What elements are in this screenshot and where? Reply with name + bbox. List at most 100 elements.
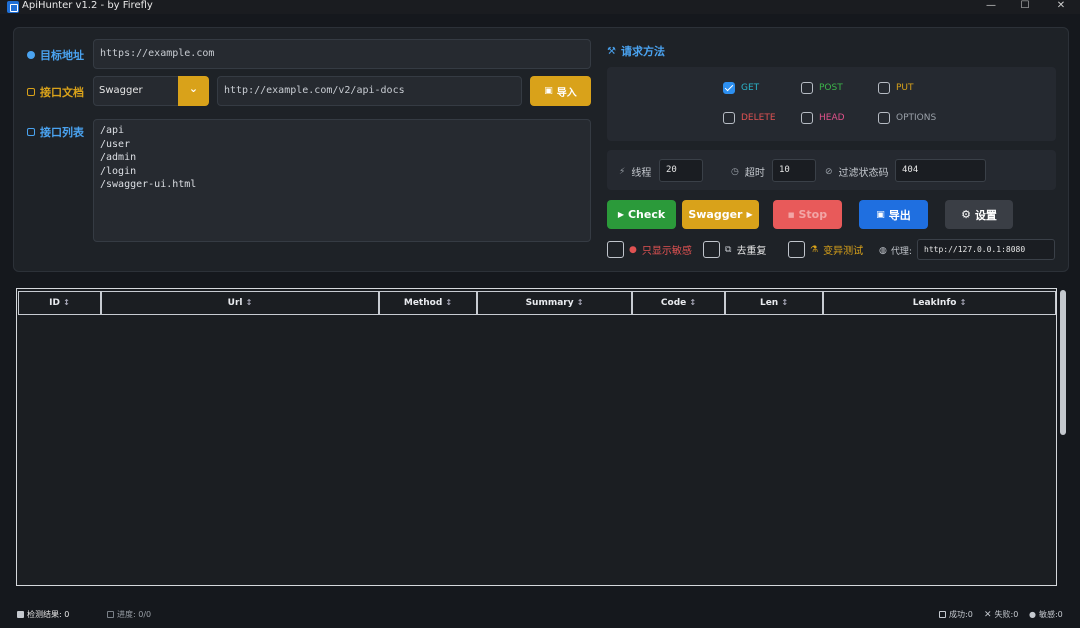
- x-icon: ✕: [984, 609, 992, 620]
- filter-status-input[interactable]: 404: [895, 159, 986, 182]
- doc-url-input[interactable]: http://example.com/v2/api-docs: [217, 76, 522, 106]
- method-head-label: HEAD: [819, 113, 845, 123]
- column-header-method[interactable]: Method ↕: [379, 291, 477, 315]
- list-item: /admin: [100, 152, 137, 163]
- list-item: /swagger-ui.html: [100, 179, 197, 190]
- settings-button[interactable]: ⚙ 设置: [945, 200, 1013, 229]
- mutation-icon: ⚗: [810, 244, 819, 255]
- target-label-group: 目标地址: [27, 47, 84, 63]
- methods-panel: [607, 67, 1056, 141]
- swagger-button[interactable]: Swagger ▶: [682, 200, 759, 229]
- result-count-label: 检测结果: 0: [27, 610, 70, 619]
- checkbox-icon: [801, 112, 813, 124]
- sort-icon: ↕: [445, 298, 453, 307]
- timeout-input[interactable]: 10: [772, 159, 816, 182]
- status-bar: 检测结果: 0 进度: 0/0 成功:0 ✕ 失败:0 ● 敏感:0: [0, 598, 1080, 628]
- list-item: /login: [100, 165, 137, 177]
- dedupe-label: 去重复: [736, 246, 767, 257]
- doc-label: 接口文档: [40, 86, 84, 99]
- target-label: 目标地址: [40, 49, 84, 62]
- minimize-button[interactable]: —: [976, 0, 1006, 12]
- close-button[interactable]: ✕: [1046, 0, 1076, 12]
- sort-icon: ↕: [245, 298, 253, 307]
- column-header-len[interactable]: Len ↕: [725, 291, 823, 315]
- proxy-input[interactable]: http://127.0.0.1:8080: [917, 239, 1055, 260]
- column-header-label: Url: [227, 298, 243, 308]
- column-header-label: Summary: [525, 298, 574, 308]
- method-post-checkbox[interactable]: POST: [801, 82, 843, 94]
- progress-label: 进度: 0/0: [117, 610, 152, 619]
- method-delete-checkbox[interactable]: DELETE: [723, 112, 776, 124]
- ban-icon: ⊘: [825, 166, 833, 177]
- threads-label: 线程: [631, 168, 652, 179]
- sort-icon: ↕: [63, 298, 70, 307]
- app-icon: [7, 1, 19, 13]
- table-scrollbar[interactable]: [1060, 290, 1066, 435]
- timeout-label: 超时: [744, 168, 765, 179]
- maximize-button[interactable]: ☐: [1010, 0, 1040, 12]
- dedupe-checkbox[interactable]: ⧉ 去重复: [703, 241, 766, 258]
- column-header-label: Method: [403, 298, 443, 308]
- stop-icon: ■: [787, 210, 795, 219]
- globe-icon: ◍: [879, 245, 887, 256]
- list-item: /api: [100, 125, 125, 136]
- sensitive-only-label: 只显示敏感: [641, 246, 692, 257]
- timer-icon: ◷: [731, 166, 739, 177]
- method-get-checkbox[interactable]: GET: [723, 82, 759, 94]
- sort-icon: ↕: [959, 298, 967, 307]
- method-get-label: GET: [741, 83, 760, 93]
- save-icon: ▣: [876, 209, 885, 220]
- gear-icon: ⚙: [961, 208, 971, 221]
- export-button[interactable]: ▣ 导出: [859, 200, 928, 229]
- import-icon: ▣: [544, 86, 553, 96]
- bolt-icon: ⚡: [619, 166, 626, 177]
- methods-title-group: ⚒ 请求方法: [607, 43, 665, 59]
- method-head-checkbox[interactable]: HEAD: [801, 112, 845, 124]
- chevron-down-icon[interactable]: ⌄: [178, 76, 209, 106]
- results-table[interactable]: ID ↕ Url ↕ Method ↕ Summary ↕ Code ↕ Len…: [16, 288, 1057, 586]
- progress-indicator: 进度: 0/0: [107, 609, 151, 620]
- stop-button[interactable]: ■ Stop: [773, 200, 842, 229]
- target-icon: [27, 51, 35, 59]
- checkbox-icon: [788, 241, 805, 258]
- import-button-label: 导入: [556, 87, 577, 99]
- progress-icon: [107, 611, 114, 618]
- title-bar: ApiHunter v1.2 - by Firefly — ☐ ✕: [0, 0, 1080, 14]
- threads-input[interactable]: 20: [659, 159, 703, 182]
- proxy-label: 代理:: [890, 247, 912, 257]
- import-button[interactable]: ▣ 导入: [530, 76, 591, 106]
- sensitive-only-checkbox[interactable]: ● 只显示敏感: [607, 241, 692, 258]
- api-list-textarea[interactable]: /api /user /admin /login /swagger-ui.htm…: [93, 119, 591, 242]
- wrench-icon: ⚒: [607, 45, 616, 57]
- check-button-label: Check: [627, 208, 666, 221]
- mutation-label: 变异测试: [823, 246, 864, 257]
- checkbox-icon: [723, 112, 735, 124]
- method-put-label: PUT: [896, 83, 914, 93]
- settings-button-label: 设置: [974, 208, 997, 222]
- checkbox-icon: [801, 82, 813, 94]
- copy-icon: ⧉: [725, 244, 732, 255]
- doc-type-select[interactable]: Swagger: [93, 76, 179, 106]
- checkbox-icon: [878, 82, 890, 94]
- sensitive-count-label: 敏感:0: [1038, 610, 1063, 619]
- play-icon: ▶: [617, 210, 624, 219]
- list-label: 接口列表: [40, 126, 84, 139]
- column-header-leakinfo[interactable]: LeakInfo ↕: [823, 291, 1056, 315]
- target-url-input[interactable]: https://example.com: [93, 39, 591, 69]
- result-count: 检测结果: 0: [17, 609, 69, 620]
- column-header-summary[interactable]: Summary ↕: [477, 291, 632, 315]
- column-header-url[interactable]: Url ↕: [101, 291, 379, 315]
- column-header-code[interactable]: Code ↕: [632, 291, 725, 315]
- column-header-id[interactable]: ID ↕: [18, 291, 101, 315]
- stop-button-label: Stop: [798, 208, 828, 221]
- check-button[interactable]: ▶ Check: [607, 200, 676, 229]
- success-count: 成功:0: [939, 609, 973, 620]
- checkbox-checked-icon: [723, 82, 735, 94]
- sensitive-count: ● 敏感:0: [1029, 609, 1063, 620]
- method-put-checkbox[interactable]: PUT: [878, 82, 914, 94]
- proxy-label-group: ◍ 代理:: [879, 244, 912, 258]
- mutation-checkbox[interactable]: ⚗ 变异测试: [788, 241, 863, 258]
- method-options-checkbox[interactable]: OPTIONS: [878, 112, 936, 124]
- fail-count: ✕ 失败:0: [984, 609, 1018, 620]
- column-header-label: ID: [49, 298, 60, 308]
